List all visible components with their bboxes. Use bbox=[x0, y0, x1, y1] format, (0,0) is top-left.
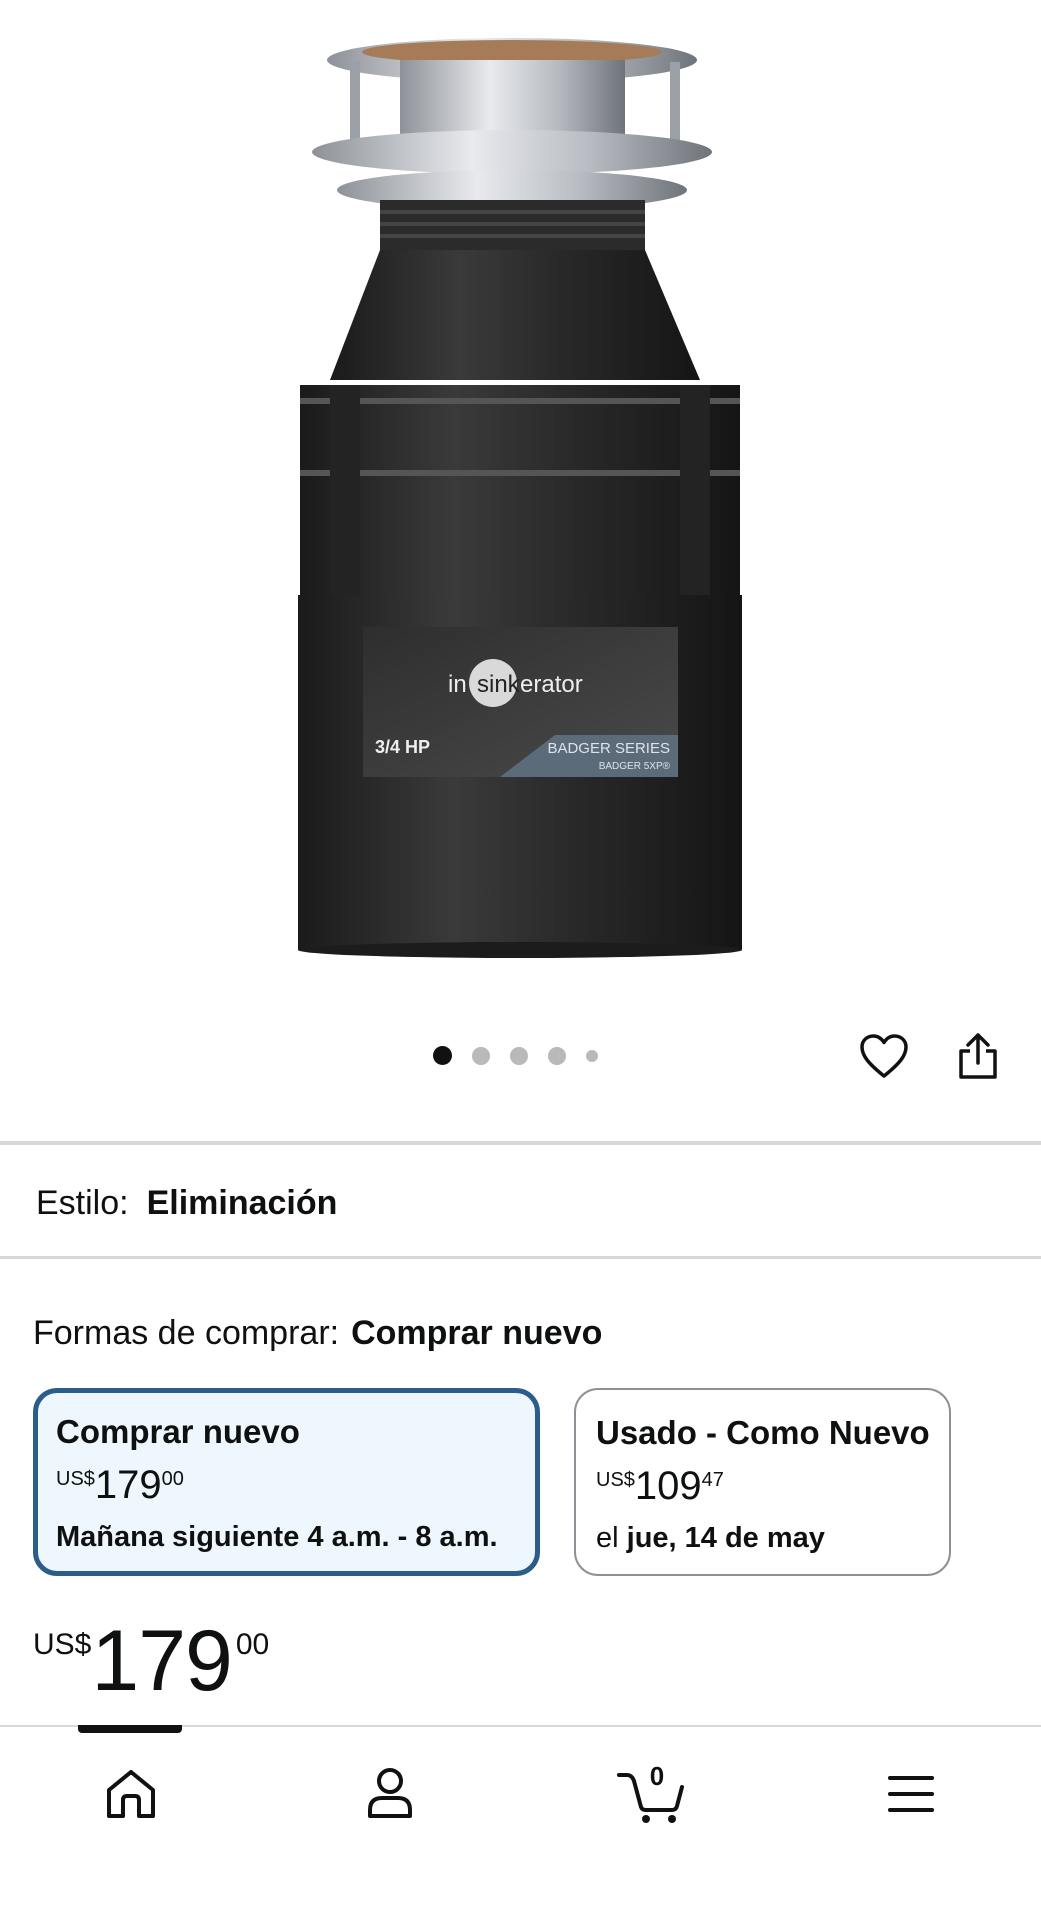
garbage-disposal-image: in sink erator 3/4 HP BADGER SERIES BADG… bbox=[298, 38, 742, 958]
buy-option-used[interactable]: Usado - Como Nuevo US$ 109 47 el jue, 14… bbox=[574, 1388, 951, 1576]
carousel-dot-2[interactable] bbox=[472, 1046, 490, 1065]
cart-count: 0 bbox=[649, 1761, 665, 1791]
carousel-dots[interactable] bbox=[433, 1046, 598, 1065]
label-series: BADGER SERIES bbox=[547, 740, 670, 757]
option-price-currency: US$ bbox=[596, 1469, 635, 1491]
buy-option-new[interactable]: Comprar nuevo US$ 179 00 Mañana siguient… bbox=[33, 1388, 540, 1576]
price-fraction: 00 bbox=[235, 1628, 270, 1661]
label-brand-prefix: in bbox=[448, 671, 467, 698]
account-icon bbox=[368, 1768, 412, 1818]
section-divider bbox=[0, 1256, 1041, 1259]
home-icon bbox=[107, 1770, 155, 1818]
label-brand-suffix: erator bbox=[520, 671, 583, 698]
section-divider bbox=[0, 1141, 1041, 1145]
nav-account[interactable] bbox=[355, 1759, 425, 1829]
wishlist-button[interactable] bbox=[858, 1030, 910, 1082]
label-power: 3/4 HP bbox=[375, 737, 430, 757]
product-page: in sink erator 3/4 HP BADGER SERIES BADG… bbox=[0, 0, 1041, 1920]
carousel-dot-1[interactable] bbox=[433, 1046, 452, 1065]
product-price: US$ 179 00 bbox=[33, 1618, 269, 1704]
active-tab-indicator bbox=[78, 1725, 182, 1733]
style-selector[interactable]: Estilo: Eliminación bbox=[36, 1184, 337, 1223]
carousel-dot-3[interactable] bbox=[510, 1046, 528, 1065]
option-price-whole: 109 bbox=[634, 1464, 702, 1508]
carousel-dot-4[interactable] bbox=[548, 1046, 566, 1065]
option-title: Comprar nuevo bbox=[56, 1413, 300, 1450]
nav-home[interactable] bbox=[96, 1759, 166, 1829]
buy-options-selected: Comprar nuevo bbox=[351, 1314, 603, 1352]
product-image[interactable]: in sink erator 3/4 HP BADGER SERIES BADG… bbox=[0, 0, 1041, 1000]
share-icon bbox=[959, 1033, 997, 1079]
style-label: Estilo: bbox=[36, 1184, 129, 1222]
menu-icon bbox=[888, 1776, 934, 1812]
option-delivery: Mañana siguiente 4 a.m. - 8 a.m. bbox=[56, 1521, 517, 1554]
option-delivery-date: Mañana siguiente 4 a.m. - 8 a.m. bbox=[56, 1521, 498, 1553]
bottom-navigation: 0 bbox=[0, 1725, 1041, 1920]
option-price-currency: US$ bbox=[56, 1468, 95, 1490]
style-value: Eliminación bbox=[146, 1184, 338, 1222]
option-price: US$ 179 00 bbox=[56, 1465, 517, 1505]
nav-menu[interactable] bbox=[876, 1759, 946, 1829]
option-price-whole: 179 bbox=[94, 1463, 162, 1507]
carousel-dot-5[interactable] bbox=[586, 1049, 598, 1062]
price-currency: US$ bbox=[33, 1628, 92, 1661]
buy-options-label: Formas de comprar: bbox=[33, 1314, 340, 1352]
nav-cart[interactable]: 0 bbox=[616, 1759, 686, 1829]
option-title: Usado - Como Nuevo bbox=[596, 1414, 930, 1451]
option-price-fraction: 47 bbox=[701, 1469, 724, 1491]
price-whole: 179 bbox=[91, 1613, 232, 1709]
share-button[interactable] bbox=[952, 1030, 1004, 1082]
heart-icon bbox=[860, 1034, 908, 1078]
buy-options-heading: Formas de comprar: Comprar nuevo bbox=[33, 1314, 602, 1353]
option-price-fraction: 00 bbox=[161, 1468, 184, 1490]
option-delivery-prefix: el bbox=[596, 1522, 627, 1554]
label-model: BADGER 5XP® bbox=[599, 761, 671, 772]
label-brand-mid: sink bbox=[477, 671, 521, 698]
option-delivery: el jue, 14 de may bbox=[596, 1522, 929, 1555]
option-price: US$ 109 47 bbox=[596, 1466, 929, 1506]
option-delivery-date: jue, 14 de may bbox=[626, 1522, 825, 1554]
